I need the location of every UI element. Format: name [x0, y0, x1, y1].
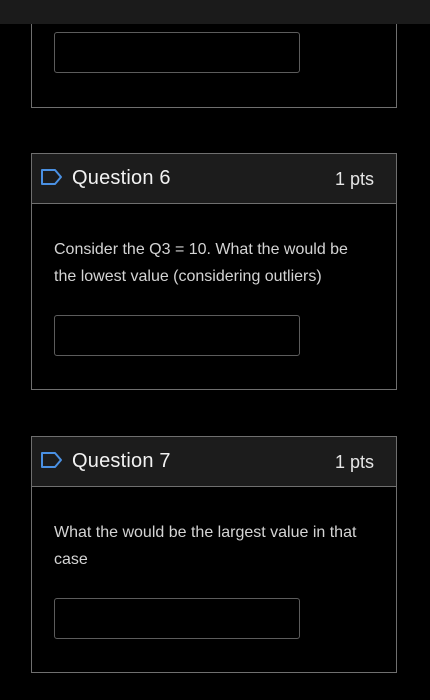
question-header: Question 7 1 pts: [32, 437, 396, 487]
question-header: Question 6 1 pts: [32, 154, 396, 204]
question-text: What the would be the largest value in t…: [54, 524, 357, 568]
question-title: Question 7: [72, 450, 171, 472]
question-card-5-partial: [31, 24, 397, 108]
question-title: Question 6: [72, 167, 171, 189]
question-text: Consider the Q3 = 10. What the would be …: [54, 241, 348, 285]
question-card-6: Question 6 1 pts Consider the Q3 = 10. W…: [31, 153, 397, 390]
question-points: 1 pts: [334, 169, 374, 189]
question-card-7: Question 7 1 pts What the would be the l…: [31, 436, 397, 673]
question-points: 1 pts: [334, 452, 374, 472]
top-bar: [0, 0, 430, 24]
flag-icon[interactable]: [40, 168, 64, 186]
flag-icon[interactable]: [40, 451, 64, 469]
answer-input-q5[interactable]: [54, 32, 300, 73]
answer-input-q6[interactable]: [54, 315, 300, 356]
answer-input-q7[interactable]: [54, 598, 300, 639]
